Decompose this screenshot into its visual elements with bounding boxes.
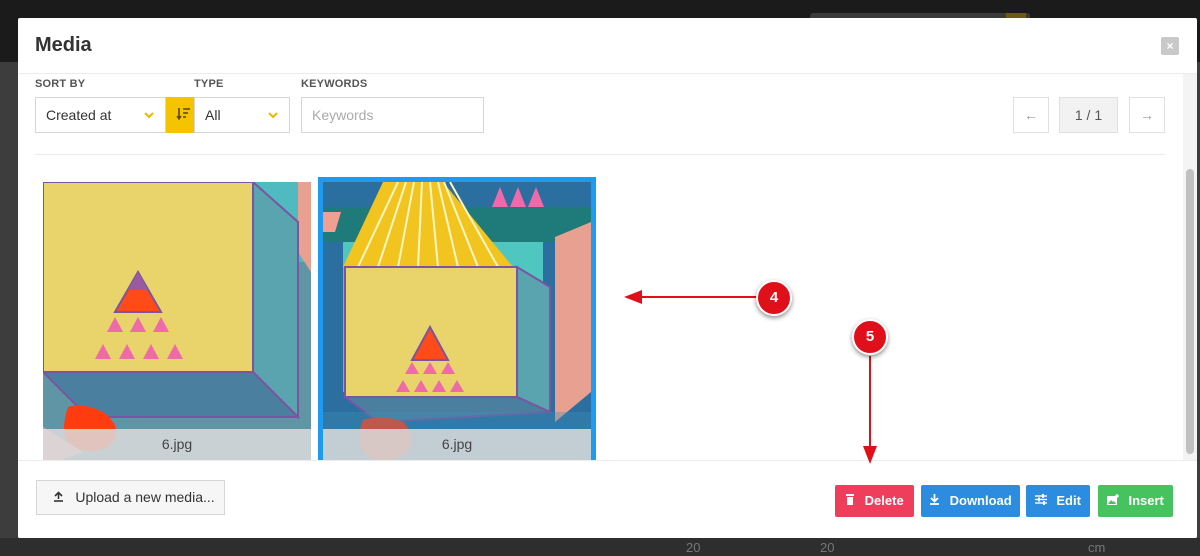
annotation-arrowhead-4 — [624, 290, 642, 304]
annotation-overlay — [624, 290, 877, 464]
annotation-badge-5: 5 — [852, 319, 888, 355]
annotation-arrowhead-5 — [863, 446, 877, 464]
annotation-badge-4: 4 — [756, 280, 792, 316]
